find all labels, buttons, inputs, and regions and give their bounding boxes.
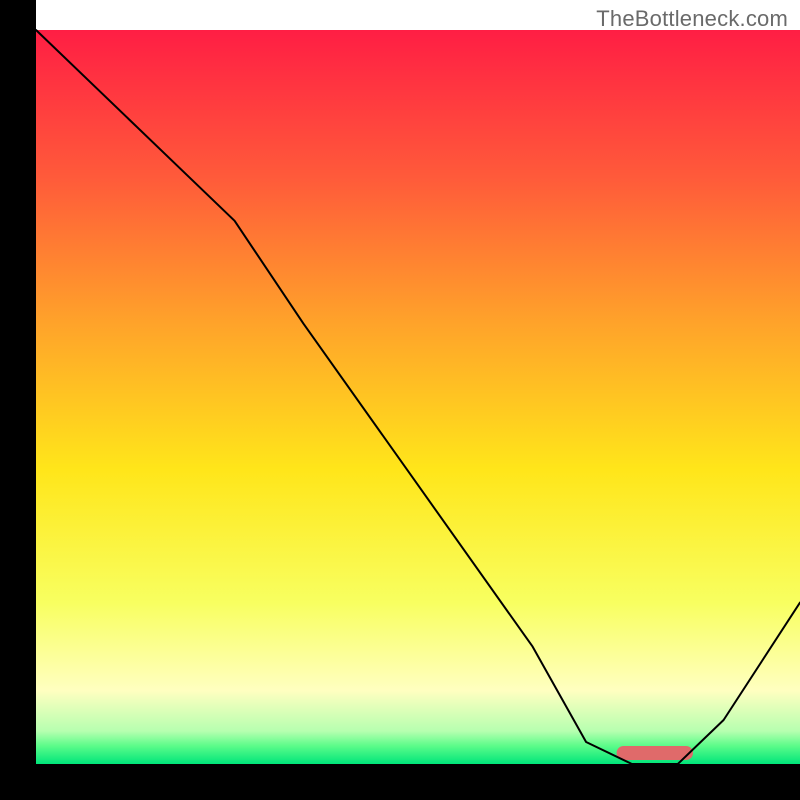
axis-bottom [0, 764, 800, 800]
bottleneck-chart [0, 0, 800, 800]
plot-area [36, 30, 800, 764]
optimal-marker [617, 746, 693, 760]
chart-frame: TheBottleneck.com [0, 0, 800, 800]
axis-left [0, 0, 36, 800]
watermark-text: TheBottleneck.com [596, 6, 788, 32]
